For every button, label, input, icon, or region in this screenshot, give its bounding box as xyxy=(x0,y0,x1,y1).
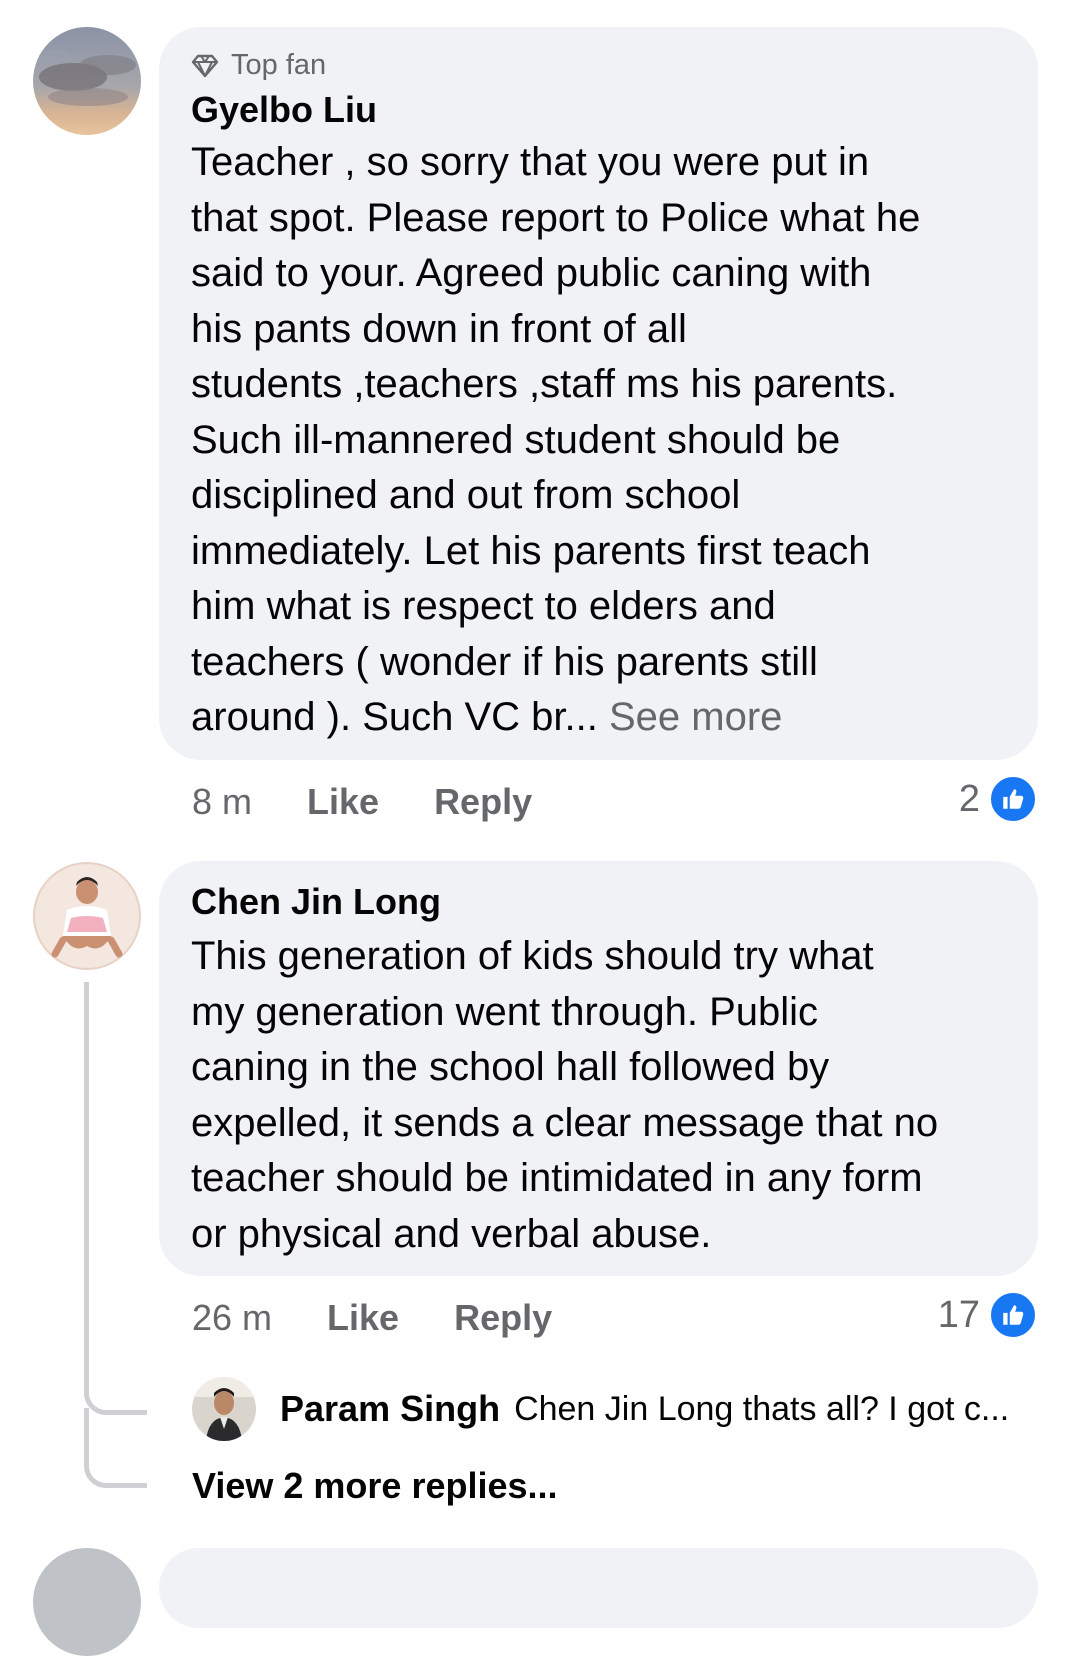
see-more-link[interactable]: See more xyxy=(609,695,782,739)
comment-author[interactable]: Chen Jin Long xyxy=(191,881,441,923)
reaction-summary[interactable]: 17 xyxy=(938,1290,1038,1340)
comment-actions: 26 m Like Reply xyxy=(192,1297,607,1339)
thumbs-up-icon xyxy=(988,1290,1038,1340)
reply-preview[interactable]: Param Singh Chen Jin Long thats all? I g… xyxy=(192,1376,1032,1442)
like-button[interactable]: Like xyxy=(327,1297,399,1339)
comment-bubble[interactable] xyxy=(159,1548,1038,1628)
badge-label: Top fan xyxy=(231,49,327,81)
thumbs-up-icon xyxy=(988,774,1038,824)
reply-author[interactable]: Param Singh xyxy=(280,1388,500,1430)
reply-button[interactable]: Reply xyxy=(454,1297,552,1339)
view-more-replies-link[interactable]: View 2 more replies... xyxy=(192,1465,558,1507)
reaction-summary[interactable]: 2 xyxy=(959,774,1038,824)
comment-text: Teacher , so sorry that you were put in … xyxy=(191,135,1008,746)
comment-timestamp[interactable]: 26 m xyxy=(192,1297,272,1339)
comment-bubble[interactable]: Chen Jin Long This generation of kids sh… xyxy=(159,861,1038,1276)
comment-bubble[interactable]: Top fan Gyelbo Liu Teacher , so sorry th… xyxy=(159,27,1038,760)
reply-text: Chen Jin Long thats all? I got c... xyxy=(514,1389,1010,1428)
reply-button[interactable]: Reply xyxy=(434,781,532,823)
avatar-param-singh[interactable] xyxy=(192,1377,256,1441)
comment-timestamp[interactable]: 8 m xyxy=(192,781,252,823)
thread-connector xyxy=(84,982,147,1415)
diamond-icon xyxy=(191,54,219,78)
avatar-gyelbo-liu[interactable] xyxy=(33,27,141,135)
avatar-chen-jin-long[interactable] xyxy=(33,862,141,970)
comment-author[interactable]: Gyelbo Liu xyxy=(191,89,377,131)
comment-actions: 8 m Like Reply xyxy=(192,781,587,823)
reaction-count: 2 xyxy=(958,777,980,820)
top-fan-badge: Top fan xyxy=(191,49,326,82)
reaction-count: 17 xyxy=(937,1293,980,1336)
comment-body: Teacher , so sorry that you were put in … xyxy=(191,140,921,739)
like-button[interactable]: Like xyxy=(307,781,379,823)
thread-connector xyxy=(84,1408,147,1488)
comment-text: This generation of kids should try what … xyxy=(191,934,939,1256)
avatar-next-comment[interactable] xyxy=(33,1548,141,1656)
